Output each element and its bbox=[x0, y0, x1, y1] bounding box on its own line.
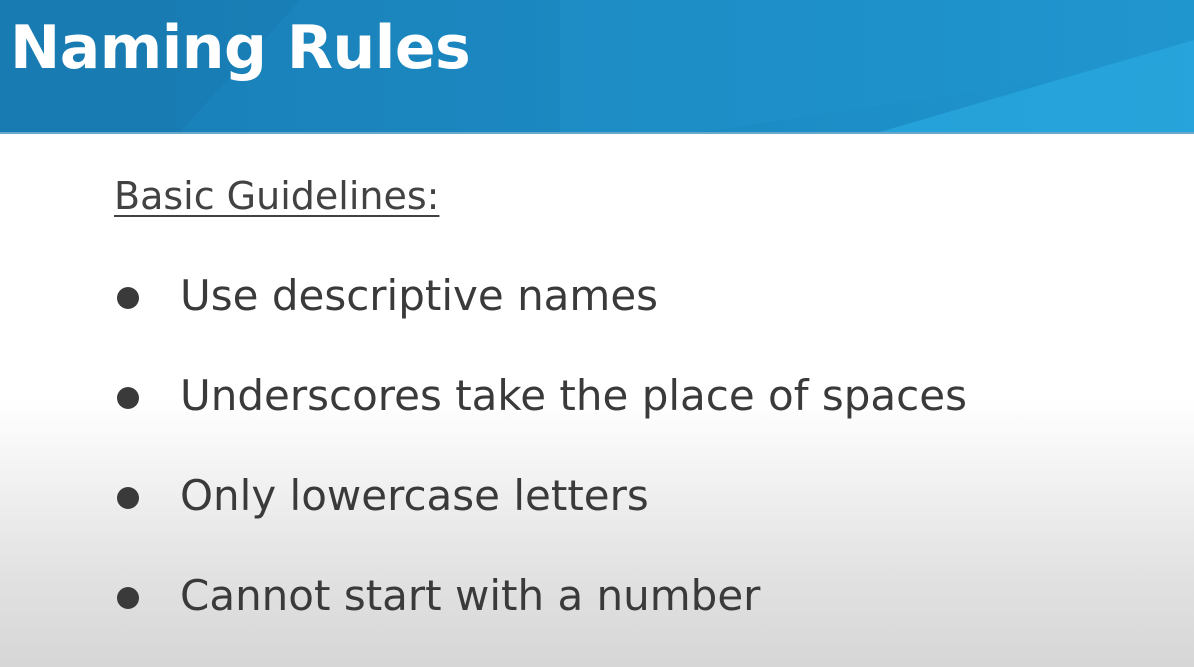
bullet-item: Only lowercase letters bbox=[114, 466, 1174, 526]
bullet-item: Underscores take the place of spaces bbox=[114, 366, 1174, 426]
slide-title: Naming Rules bbox=[10, 13, 471, 83]
header-divider bbox=[0, 132, 1194, 134]
bullet-text: Underscores take the place of spaces bbox=[180, 371, 967, 420]
slide-header: Naming Rules bbox=[0, 0, 1194, 132]
bullet-item: Cannot start with a number bbox=[114, 566, 1174, 626]
bullet-dot-icon bbox=[117, 287, 139, 309]
bullet-text: Only lowercase letters bbox=[180, 471, 649, 520]
bullet-dot-icon bbox=[117, 387, 139, 409]
bullet-item: Use descriptive names bbox=[114, 266, 1174, 326]
bullet-dot-icon bbox=[117, 487, 139, 509]
bullet-text: Use descriptive names bbox=[180, 271, 659, 320]
subheading: Basic Guidelines: bbox=[114, 174, 440, 218]
bullet-dot-icon bbox=[117, 587, 139, 609]
bullet-text: Cannot start with a number bbox=[180, 571, 761, 620]
